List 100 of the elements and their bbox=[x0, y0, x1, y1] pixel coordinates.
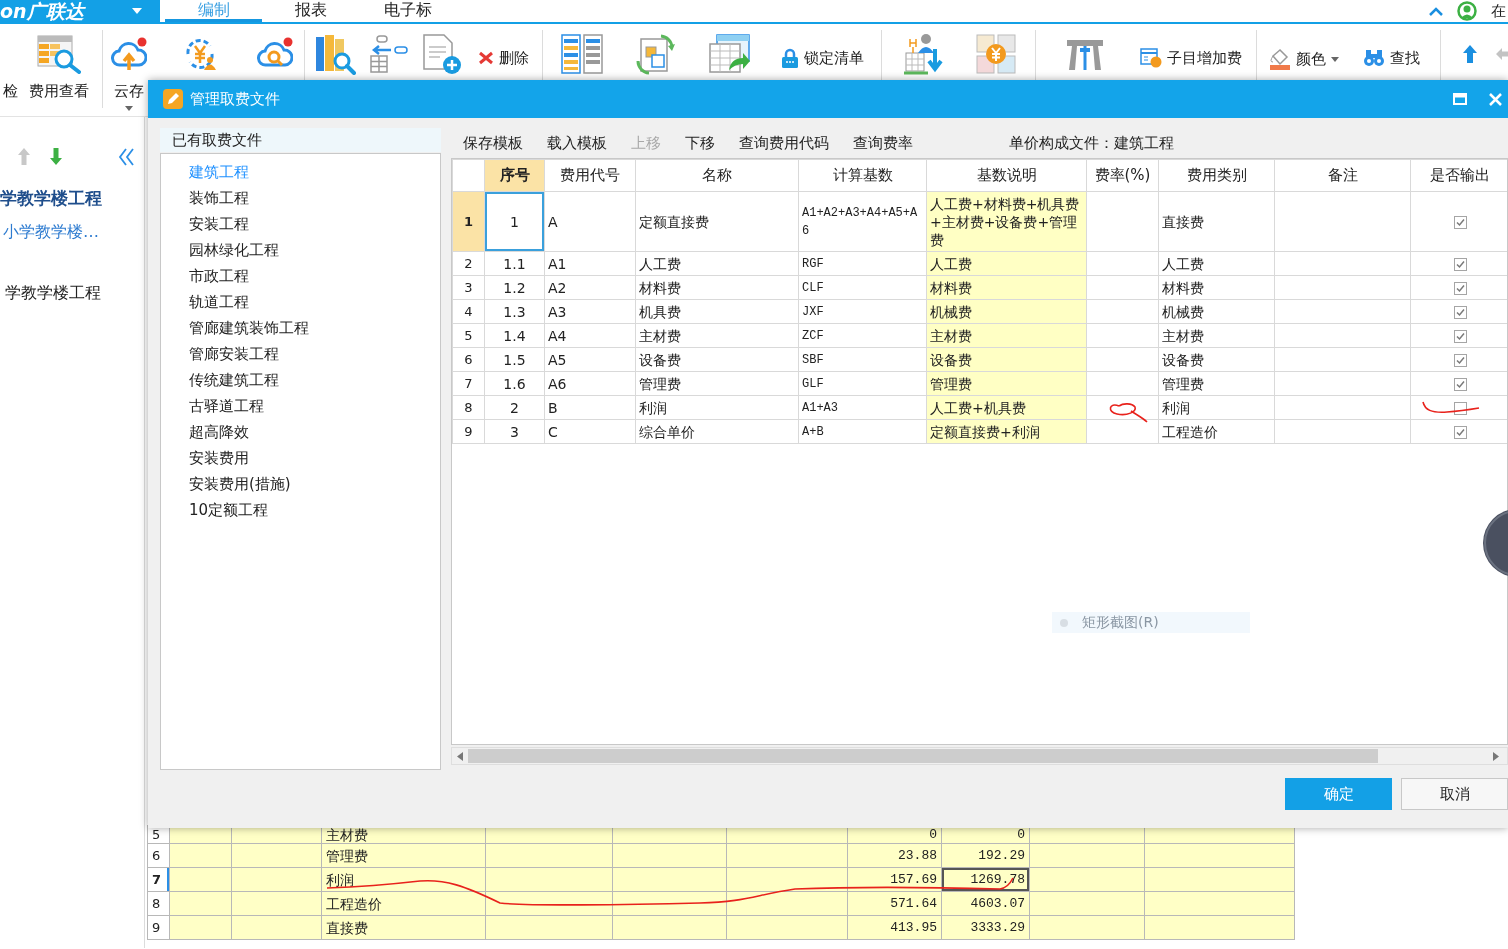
maximize-icon[interactable] bbox=[1453, 93, 1467, 105]
list-item[interactable]: 10定额工程 bbox=[161, 497, 269, 523]
tree-item[interactable]: 学教学楼工程 bbox=[0, 187, 102, 209]
toolbar-button[interactable]: 子目增加费 bbox=[1130, 46, 1252, 70]
scroll-left-icon[interactable] bbox=[457, 751, 463, 761]
bullet-icon bbox=[1060, 618, 1068, 627]
toolbar-button[interactable]: 查询费用代码 bbox=[731, 131, 837, 155]
dialog-button[interactable]: 取消 bbox=[1401, 778, 1508, 810]
list-item[interactable]: 园林绿化工程 bbox=[161, 237, 279, 263]
row-number[interactable]: 7 bbox=[147, 867, 170, 892]
tree-item[interactable]: 学教学楼工程 bbox=[0, 282, 101, 304]
table-cell: 413.95 bbox=[847, 915, 942, 940]
ribbon-tab[interactable]: 电子标 bbox=[359, 0, 456, 22]
tree-item[interactable]: 小学教学楼… bbox=[0, 221, 99, 243]
table-cell: 材料费 bbox=[926, 275, 1087, 300]
toolbar-button[interactable]: 查找 bbox=[1346, 46, 1436, 70]
toolbar-button[interactable]: 下移 bbox=[677, 131, 723, 155]
row-number[interactable]: 9 bbox=[147, 915, 170, 940]
row-number[interactable]: 7 bbox=[452, 371, 485, 396]
checkbox[interactable] bbox=[1453, 330, 1467, 343]
row-number[interactable]: 8 bbox=[147, 891, 170, 916]
person-down-arrow-icon bbox=[903, 33, 944, 75]
list-item[interactable]: 安装费用 bbox=[161, 445, 249, 471]
scroll-right-icon[interactable] bbox=[1493, 751, 1499, 761]
row-number[interactable]: 9 bbox=[452, 419, 485, 444]
table-cell: 人工费+机具费 bbox=[926, 395, 1087, 420]
list-item[interactable]: 市政工程 bbox=[161, 263, 249, 289]
row-number[interactable]: 2 bbox=[452, 251, 485, 276]
list-item[interactable]: 管廊安装工程 bbox=[161, 341, 279, 367]
table-cell: 管理费 bbox=[635, 371, 799, 396]
horizontal-scrollbar[interactable] bbox=[451, 747, 1508, 765]
column-header[interactable]: 序号 bbox=[484, 159, 545, 192]
table-cell: 管理费 bbox=[321, 843, 486, 868]
toolbar-button[interactable]: 费用查看 bbox=[20, 24, 98, 114]
table-cell: A1+A3 bbox=[798, 395, 927, 420]
toolbar-button[interactable]: 删除 bbox=[468, 46, 538, 70]
books-search-icon bbox=[314, 33, 356, 75]
list-item[interactable]: 装饰工程 bbox=[161, 185, 249, 211]
row-number[interactable]: 6 bbox=[452, 347, 485, 372]
column-header[interactable]: 是否输出 bbox=[1410, 159, 1507, 192]
checkbox[interactable] bbox=[1453, 354, 1467, 367]
list-item[interactable]: 轨道工程 bbox=[161, 289, 249, 315]
table-cell: 1.5 bbox=[484, 347, 545, 372]
collapse-caret-icon[interactable] bbox=[1429, 6, 1443, 16]
toolbar-button[interactable]: 云存 bbox=[107, 24, 151, 114]
toolbar-button[interactable]: 载入模板 bbox=[539, 131, 615, 155]
ribbon-tab[interactable]: 报表 bbox=[262, 0, 359, 22]
list-item[interactable]: 管廊建筑装饰工程 bbox=[161, 315, 309, 341]
toolbar-button[interactable]: 锁定清单 bbox=[767, 46, 877, 70]
toolbar-button[interactable]: 检 bbox=[0, 24, 20, 114]
table-cell: B bbox=[544, 395, 636, 420]
row-number[interactable]: 5 bbox=[452, 323, 485, 348]
table-cell: 直接费 bbox=[1158, 191, 1275, 252]
list-item[interactable]: 传统建筑工程 bbox=[161, 367, 279, 393]
list-header: 已有取费文件 bbox=[160, 128, 441, 152]
column-header[interactable]: 费用类别 bbox=[1158, 159, 1275, 192]
down-arrow-icon[interactable] bbox=[49, 147, 63, 166]
checkbox[interactable] bbox=[1453, 378, 1467, 391]
table-cell: 人工费 bbox=[1158, 251, 1275, 276]
list-item[interactable]: 安装工程 bbox=[161, 211, 249, 237]
table-cell: C bbox=[544, 419, 636, 444]
column-header[interactable]: 备注 bbox=[1274, 159, 1411, 192]
floating-ball-icon bbox=[1482, 508, 1508, 578]
toolbar-button[interactable]: 查询费率 bbox=[845, 131, 921, 155]
close-icon[interactable] bbox=[1489, 92, 1502, 106]
row-number[interactable]: 8 bbox=[452, 395, 485, 420]
checkbox[interactable] bbox=[1453, 258, 1467, 271]
table-cell: A+B bbox=[798, 419, 927, 444]
table-cell: 利润 bbox=[635, 395, 799, 420]
checkbox[interactable] bbox=[1453, 426, 1467, 439]
checkbox[interactable] bbox=[1453, 282, 1467, 295]
table-cell: 1.6 bbox=[484, 371, 545, 396]
column-header[interactable]: 基数说明 bbox=[926, 159, 1087, 192]
checkbox[interactable] bbox=[1453, 216, 1467, 229]
column-header[interactable]: 计算基数 bbox=[798, 159, 927, 192]
row-number[interactable]: 4 bbox=[452, 299, 485, 324]
table-cell: 人工费+材料费+机具费+主材费+设备费+管理费 bbox=[926, 191, 1087, 252]
row-number[interactable]: 1 bbox=[452, 191, 485, 252]
double-chevron-left-icon[interactable] bbox=[118, 147, 134, 166]
toolbar-button[interactable]: 颜色 bbox=[1261, 46, 1346, 72]
pillar-icon bbox=[1066, 38, 1104, 70]
row-number[interactable]: 6 bbox=[147, 843, 170, 868]
up-arrow-icon bbox=[1462, 44, 1478, 64]
user-icon[interactable] bbox=[1457, 1, 1477, 21]
column-header[interactable]: 费率(%) bbox=[1086, 159, 1159, 192]
list-item[interactable]: 超高降效 bbox=[161, 419, 249, 445]
paint-bucket-icon bbox=[1268, 48, 1291, 70]
cloud-upload-icon bbox=[111, 37, 147, 71]
column-header[interactable]: 费用代号 bbox=[544, 159, 636, 192]
fee-sheet-icon bbox=[1140, 48, 1162, 68]
binoculars-icon bbox=[1362, 48, 1385, 68]
toolbar-button[interactable]: 保存模板 bbox=[455, 131, 531, 155]
column-header[interactable]: 名称 bbox=[635, 159, 799, 192]
scrollbar-thumb[interactable] bbox=[468, 749, 1378, 763]
list-item[interactable]: 安装费用(措施) bbox=[161, 471, 291, 497]
table-cell: 设备费 bbox=[635, 347, 799, 372]
row-number[interactable]: 3 bbox=[452, 275, 485, 300]
checkbox[interactable] bbox=[1453, 306, 1467, 319]
table-cell: JXF bbox=[798, 299, 927, 324]
list-item[interactable]: 古驿道工程 bbox=[161, 393, 264, 419]
